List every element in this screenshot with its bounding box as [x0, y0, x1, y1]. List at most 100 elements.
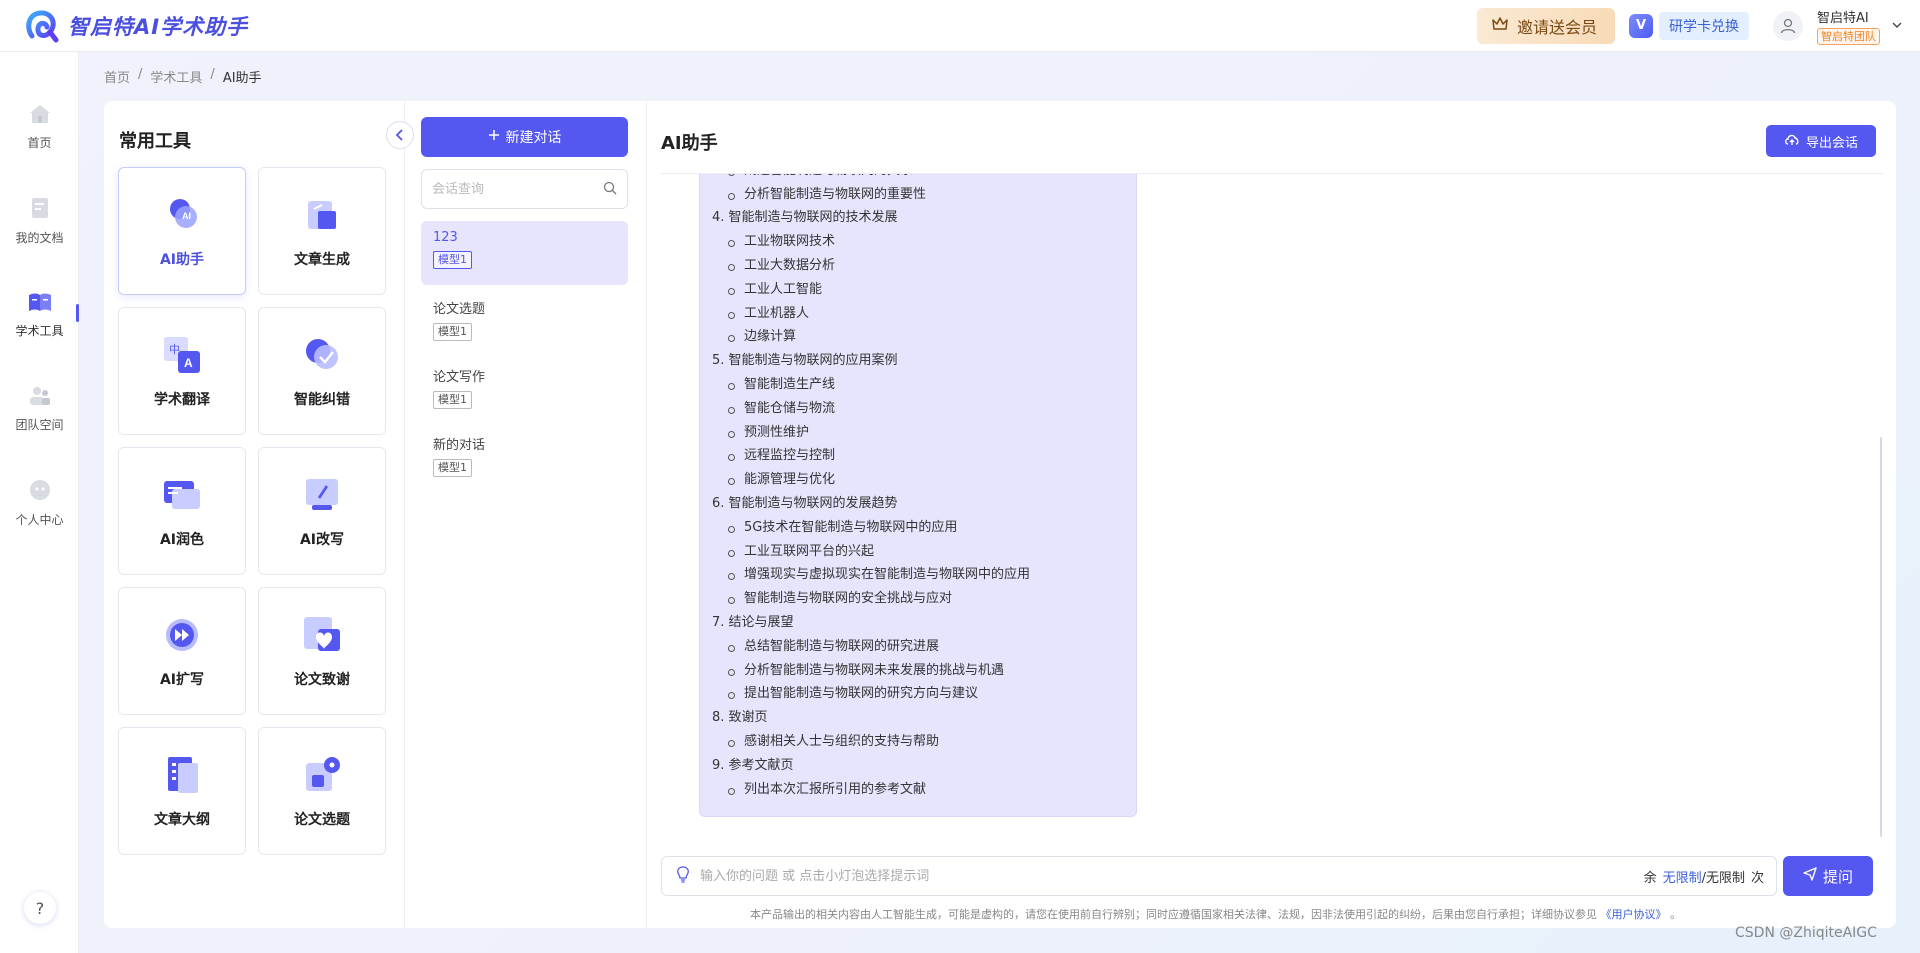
svg-text:AI: AI — [182, 211, 191, 221]
tool-article-generation[interactable]: 文章生成 — [258, 167, 386, 295]
invite-member-button[interactable]: 邀请送会员 — [1476, 7, 1615, 44]
tool-label: AI扩写 — [159, 672, 205, 688]
new-chat-button[interactable]: 新建对话 — [421, 117, 628, 157]
user-avatar[interactable] — [1773, 10, 1803, 41]
tool-academic-translation[interactable]: 中A 学术翻译 — [118, 307, 246, 435]
outline-subitem: 工业人工智能 — [712, 278, 1124, 302]
outline-subitem: 工业互联网平台的兴起 — [712, 540, 1124, 564]
question-input-bar[interactable]: 余 无限制/无限制 次 — [661, 856, 1777, 896]
plus-icon — [488, 129, 500, 145]
model-tag: 模型1 — [433, 251, 472, 269]
conversation-item[interactable]: 123 模型1 — [421, 221, 628, 285]
user-icon — [1780, 18, 1796, 33]
tool-smart-correction[interactable]: 智能纠错 — [258, 307, 386, 435]
model-tag: 模型1 — [433, 459, 472, 477]
tool-thesis-topic[interactable]: 论文选题 — [258, 727, 386, 855]
tool-label: 论文致谢 — [294, 672, 350, 688]
conversation-title: 论文写作 — [433, 370, 486, 385]
nav-active-indicator — [76, 304, 79, 322]
outline-icon — [160, 753, 204, 797]
outline-subitem: 边缘计算 — [712, 325, 1124, 349]
breadcrumb-tools[interactable]: 学术工具 — [150, 67, 202, 86]
tool-ai-polish[interactable]: AI润色 — [118, 447, 246, 575]
outline-subitem: 工业大数据分析 — [712, 254, 1124, 278]
tool-ai-assistant[interactable]: AI AI助手 — [118, 167, 246, 295]
user-name: 智启特AI — [1817, 10, 1869, 26]
crown-icon — [1491, 16, 1509, 36]
new-chat-label: 新建对话 — [505, 130, 562, 146]
user-agreement-link[interactable]: 《用户协议》 — [1601, 908, 1667, 921]
tools-panel: 常用工具 AI AI助手 文章生成 中A 学术翻译 智能纠错 AI润色 AI改写… — [104, 101, 405, 928]
user-info[interactable]: 智启特AI 智启特团队 — [1817, 7, 1880, 45]
conversation-search-input[interactable] — [432, 181, 603, 197]
nav-item-home[interactable]: 首页 — [0, 92, 79, 162]
ask-label: 提问 — [1822, 867, 1853, 886]
ai-message-bubble: 定义智能制造与物联网的概念阐述智能制造与物联网的关系分析智能制造与物联网的重要性… — [699, 174, 1137, 817]
nav-item-academic-tools[interactable]: 学术工具 — [0, 280, 79, 350]
main-card: 常用工具 AI AI助手 文章生成 中A 学术翻译 智能纠错 AI润色 AI改写… — [104, 101, 1896, 928]
breadcrumb: 首页 / 学术工具 / AI助手 — [104, 67, 262, 86]
help-button[interactable]: ? — [24, 892, 56, 924]
outline-section: 7. 结论与展望 — [712, 614, 794, 630]
quota-remaining: 无限制 — [1662, 870, 1702, 886]
outline-subitem: 增强现实与虚拟现实在智能制造与物联网中的应用 — [712, 563, 1124, 587]
nav-item-team-space[interactable]: 团队空间 — [0, 374, 79, 444]
card-exchange-button[interactable]: 研学卡兑换 — [1659, 11, 1749, 40]
search-icon[interactable] — [603, 180, 617, 199]
conversation-search[interactable] — [421, 169, 628, 209]
app-title: 智启特AI学术助手 — [68, 14, 249, 39]
outline-subitem: 智能制造生产线 — [712, 373, 1124, 397]
outline-section: 9. 参考文献页 — [712, 757, 794, 773]
document-icon — [30, 197, 50, 223]
conversation-title: 新的对话 — [433, 438, 486, 453]
team-icon — [29, 386, 51, 410]
profile-icon — [29, 479, 51, 505]
chevron-down-icon[interactable] — [1892, 19, 1902, 32]
export-chat-button[interactable]: 导出会话 — [1766, 125, 1876, 157]
breadcrumb-current: AI助手 — [222, 71, 262, 86]
top-bar: 智启特AI学术助手 邀请送会员 V 研学卡兑换 智启特AI 智启特团队 — [0, 0, 1920, 52]
outline-subitem: 列出本次汇报所引用的参考文献 — [712, 778, 1124, 802]
disclaimer: 本产品输出的相关内容由人工智能生成，可能是虚构的，请您在使用前自行辨别；同时应遵… — [750, 906, 1681, 922]
chat-messages[interactable]: 定义智能制造与物联网的概念阐述智能制造与物联网的关系分析智能制造与物联网的重要性… — [648, 174, 1896, 844]
collapse-panel-button[interactable] — [386, 121, 414, 149]
breadcrumb-home[interactable]: 首页 — [104, 67, 130, 86]
outline-subitem: 阐述智能制造与物联网的关系 — [712, 174, 1124, 183]
ask-button[interactable]: 提问 — [1783, 856, 1873, 896]
scrollbar[interactable] — [1880, 437, 1882, 837]
app-logo[interactable]: 智启特AI学术助手 — [24, 8, 248, 44]
nav-item-documents[interactable]: 我的文档 — [0, 186, 79, 256]
outline-subitem: 工业机器人 — [712, 302, 1124, 326]
home-icon — [29, 104, 51, 128]
question-input[interactable] — [700, 868, 1644, 884]
outline-subitem: 智能仓储与物流 — [712, 397, 1124, 421]
conversation-title: 论文选题 — [433, 302, 486, 317]
tool-ai-expand[interactable]: AI扩写 — [118, 587, 246, 715]
conversation-item[interactable]: 论文写作 模型1 — [421, 357, 628, 421]
outline-section: 6. 智能制造与物联网的发展趋势 — [712, 495, 898, 511]
outline-list: 定义智能制造与物联网的概念阐述智能制造与物联网的关系分析智能制造与物联网的重要性… — [712, 174, 1124, 801]
logo-icon — [24, 8, 60, 44]
cloud-upload-icon — [1784, 133, 1800, 150]
chat-title: AI助手 — [661, 133, 718, 154]
chat-panel: AI助手 导出会话 定义智能制造与物联网的概念阐述智能制造与物联网的关系分析智能… — [648, 101, 1896, 928]
tool-thesis-acknowledgement[interactable]: 论文致谢 — [258, 587, 386, 715]
tool-ai-rewrite[interactable]: AI改写 — [258, 447, 386, 575]
fast-forward-icon — [160, 613, 204, 657]
nav-label: 首页 — [27, 135, 52, 150]
conversation-item[interactable]: 新的对话 模型1 — [421, 425, 628, 489]
export-chat-label: 导出会话 — [1805, 135, 1858, 151]
outline-subitem: 5G技术在智能制造与物联网中的应用 — [712, 516, 1124, 540]
disclaimer-end: 。 — [1670, 908, 1681, 921]
conversation-item[interactable]: 论文选题 模型1 — [421, 289, 628, 353]
tool-label: 智能纠错 — [294, 392, 350, 408]
ai-assistant-icon: AI — [160, 193, 204, 237]
lightbulb-icon[interactable] — [676, 865, 690, 887]
outline-subitem: 能源管理与优化 — [712, 468, 1124, 492]
nav-item-profile[interactable]: 个人中心 — [0, 468, 79, 538]
tools-title: 常用工具 — [119, 131, 191, 152]
invite-member-label: 邀请送会员 — [1516, 17, 1597, 37]
outline-subitem: 总结智能制造与物联网的研究进展 — [712, 635, 1124, 659]
tool-article-outline[interactable]: 文章大纲 — [118, 727, 246, 855]
nav-label: 团队空间 — [15, 417, 64, 432]
